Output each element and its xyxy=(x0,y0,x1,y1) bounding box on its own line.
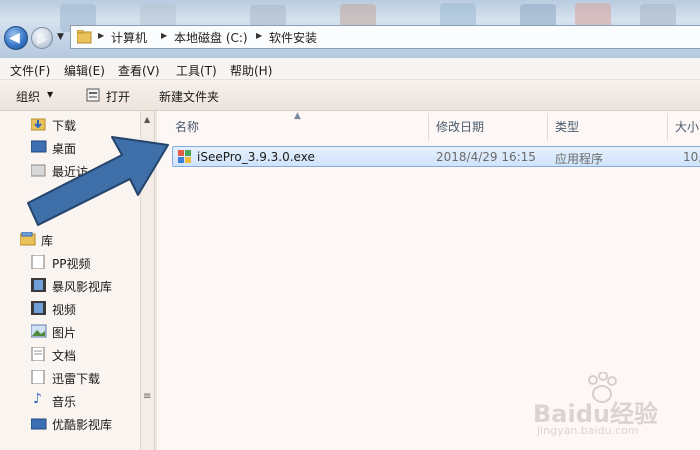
breadcrumb-software-install[interactable]: 软件安装 xyxy=(269,29,317,46)
scroll-up-icon[interactable]: ▲ xyxy=(144,115,150,124)
column-separator[interactable] xyxy=(428,113,429,141)
breadcrumb-local-disk[interactable]: 本地磁盘 (C:) xyxy=(174,29,248,46)
nav-item-music[interactable]: ♪ 音乐 xyxy=(0,390,140,410)
nav-item-baofeng[interactable]: 暴风影视库 xyxy=(0,275,140,295)
music-note-icon: ♪ xyxy=(33,391,42,407)
library-folder-icon xyxy=(31,418,47,430)
nav-item-libraries[interactable]: 库 xyxy=(0,229,140,249)
nav-label: 文档 xyxy=(52,349,77,363)
organize-label: 组织 xyxy=(16,90,41,104)
menu-help[interactable]: 帮助(H) xyxy=(230,62,272,79)
nav-item-xunlei[interactable]: 迅雷下载 xyxy=(0,367,140,387)
document-icon xyxy=(31,347,45,361)
menu-bar: 文件(F) 编辑(E) 查看(V) 工具(T) 帮助(H) xyxy=(0,58,700,80)
file-type: 应用程序 xyxy=(555,152,604,166)
menu-view[interactable]: 查看(V) xyxy=(118,62,160,79)
organize-button[interactable]: 组织 ▼ xyxy=(16,80,76,111)
sort-ascending-icon: ▲ xyxy=(294,111,301,121)
breadcrumb-separator-icon[interactable]: ▶ xyxy=(256,31,262,40)
document-icon xyxy=(31,370,45,384)
file-name: iSeePro_3.9.3.0.exe xyxy=(197,150,315,164)
new-folder-button[interactable]: 新建文件夹 xyxy=(159,88,219,105)
file-row[interactable]: iSeePro_3.9.3.0.exe 2018/4/29 16:15 应用程序… xyxy=(172,146,700,167)
nav-item-pp-video[interactable]: PP视频 xyxy=(0,252,140,272)
picture-icon xyxy=(31,324,47,338)
nav-label: 暴风影视库 xyxy=(52,280,113,294)
nav-label: 音乐 xyxy=(52,395,77,409)
breadcrumb-separator-icon[interactable]: ▶ xyxy=(98,31,104,40)
open-button[interactable]: 打开 xyxy=(86,80,136,111)
watermark-url: jingyan.baidu.com xyxy=(537,424,639,437)
document-icon xyxy=(31,255,45,269)
nav-item-documents[interactable]: 文档 xyxy=(0,344,140,364)
address-bar[interactable]: ▶ 计算机 ▶ 本地磁盘 (C:) ▶ 软件安装 xyxy=(70,25,700,49)
nav-item-videos[interactable]: 视频 xyxy=(0,298,140,318)
baidu-jingyan-watermark: Baidu经验 jingyan.baidu.com xyxy=(533,372,698,442)
nav-label: 库 xyxy=(41,234,54,248)
column-header-type[interactable]: 类型 xyxy=(555,118,579,135)
application-icon xyxy=(178,150,191,163)
scroll-grip-icon[interactable]: ≡ xyxy=(143,391,151,402)
libraries-icon xyxy=(20,232,36,246)
annotation-arrow-icon xyxy=(27,136,169,226)
folder-icon xyxy=(77,30,92,44)
forward-button[interactable]: ▶ xyxy=(31,27,53,49)
nav-item-pictures[interactable]: 图片 xyxy=(0,321,140,341)
column-separator[interactable] xyxy=(667,113,668,141)
chevron-down-icon: ▼ xyxy=(47,90,54,99)
recent-pages-dropdown-icon[interactable]: ▼ xyxy=(57,32,64,42)
nav-label: PP视频 xyxy=(52,257,91,271)
column-header-date[interactable]: 修改日期 xyxy=(436,118,484,135)
column-header-name[interactable]: 名称 xyxy=(175,118,199,135)
title-bar: ◀ ▶ ▼ ▶ 计算机 ▶ 本地磁盘 (C:) ▶ 软件安装 xyxy=(0,0,700,58)
nav-label: 视频 xyxy=(52,303,77,317)
nav-item-youku[interactable]: 优酷影视库 xyxy=(0,413,140,433)
command-toolbar: 组织 ▼ 打开 新建文件夹 xyxy=(0,80,700,111)
film-icon xyxy=(31,301,46,315)
nav-label: 优酷影视库 xyxy=(52,418,113,432)
film-icon xyxy=(31,278,46,292)
menu-tools[interactable]: 工具(T) xyxy=(176,62,217,79)
arrow-right-icon: ▶ xyxy=(37,31,48,47)
nav-label: 迅雷下载 xyxy=(52,372,101,386)
column-separator[interactable] xyxy=(547,113,548,141)
open-icon xyxy=(86,88,100,102)
breadcrumb-computer[interactable]: 计算机 xyxy=(111,29,147,46)
breadcrumb-separator-icon[interactable]: ▶ xyxy=(161,31,167,40)
menu-file[interactable]: 文件(F) xyxy=(10,62,50,79)
arrow-left-icon: ◀ xyxy=(9,30,20,46)
file-date: 2018/4/29 16:15 xyxy=(436,150,536,164)
back-button[interactable]: ◀ xyxy=(4,26,28,50)
file-size: 10, xyxy=(683,150,700,164)
menu-edit[interactable]: 编辑(E) xyxy=(64,62,105,79)
open-label: 打开 xyxy=(106,90,131,104)
column-header-size[interactable]: 大小 xyxy=(675,118,699,135)
nav-label: 图片 xyxy=(52,326,77,340)
